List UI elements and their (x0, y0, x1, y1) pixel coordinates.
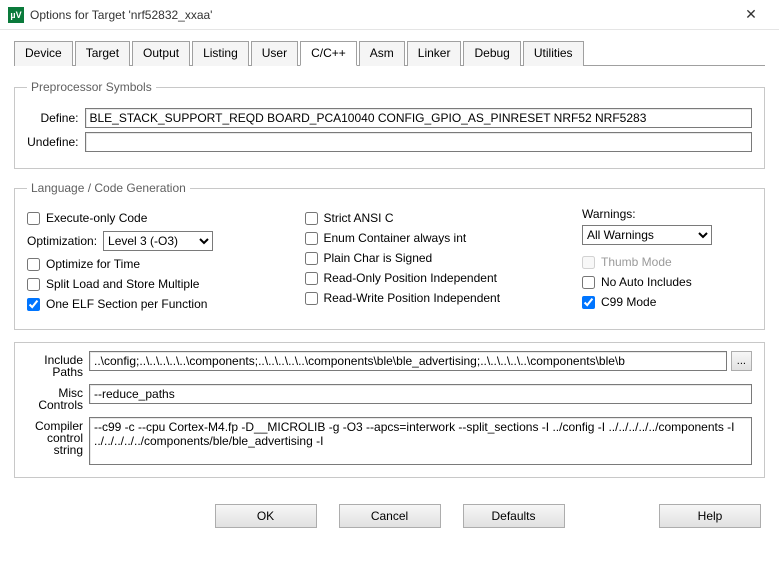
optimization-label: Optimization: (27, 234, 97, 248)
tab-user[interactable]: User (251, 41, 298, 66)
tab-listing[interactable]: Listing (192, 41, 249, 66)
langgen-col-mid: Strict ANSI C Enum Container always int … (305, 205, 559, 317)
c99-mode-checkbox[interactable]: C99 Mode (582, 295, 752, 309)
langgen-group: Language / Code Generation Execute-only … (14, 181, 765, 330)
paths-group: Include Paths ... Misc Controls Compiler… (14, 342, 765, 478)
cancel-button[interactable]: Cancel (339, 504, 441, 528)
optimize-time-checkbox[interactable]: Optimize for Time (27, 257, 281, 271)
split-load-store-checkbox[interactable]: Split Load and Store Multiple (27, 277, 281, 291)
compiler-string-output (89, 417, 752, 465)
tabstrip: DeviceTargetOutputListingUserC/C++AsmLin… (14, 40, 765, 66)
close-icon: ✕ (745, 6, 757, 23)
rw-position-checkbox[interactable]: Read-Write Position Independent (305, 291, 559, 305)
window-title: Options for Target 'nrf52832_xxaa' (30, 8, 731, 22)
include-paths-label: Include Paths (27, 351, 89, 378)
compiler-string-label: Compiler control string (27, 417, 89, 465)
optimization-select[interactable]: Level 3 (-O3) (103, 231, 213, 251)
thumb-mode-checkbox: Thumb Mode (582, 255, 752, 269)
misc-controls-label: Misc Controls (27, 384, 89, 411)
no-auto-includes-checkbox[interactable]: No Auto Includes (582, 275, 752, 289)
include-paths-input[interactable] (89, 351, 727, 371)
strict-ansic-checkbox[interactable]: Strict ANSI C (305, 211, 559, 225)
ro-position-checkbox[interactable]: Read-Only Position Independent (305, 271, 559, 285)
tab-utilities[interactable]: Utilities (523, 41, 584, 66)
warnings-label: Warnings: (582, 207, 752, 221)
help-button[interactable]: Help (659, 504, 761, 528)
tab-output[interactable]: Output (132, 41, 190, 66)
preprocessor-group: Preprocessor Symbols Define: Undefine: (14, 80, 765, 169)
ok-button[interactable]: OK (215, 504, 317, 528)
tab-c-c-[interactable]: C/C++ (300, 41, 357, 66)
langgen-col-left: Execute-only Code Optimization: Level 3 … (27, 205, 281, 317)
titlebar: µV Options for Target 'nrf52832_xxaa' ✕ (0, 0, 779, 30)
langgen-legend: Language / Code Generation (27, 181, 190, 195)
preprocessor-legend: Preprocessor Symbols (27, 80, 156, 94)
tab-debug[interactable]: Debug (463, 41, 520, 66)
execute-only-checkbox[interactable]: Execute-only Code (27, 211, 281, 225)
defaults-button[interactable]: Defaults (463, 504, 565, 528)
dialog-buttons: OK Cancel Defaults Help (0, 490, 779, 538)
warnings-select[interactable]: All Warnings (582, 225, 712, 245)
tab-asm[interactable]: Asm (359, 41, 405, 66)
define-label: Define: (27, 111, 85, 125)
enum-container-checkbox[interactable]: Enum Container always int (305, 231, 559, 245)
undefine-label: Undefine: (27, 135, 85, 149)
plain-char-checkbox[interactable]: Plain Char is Signed (305, 251, 559, 265)
close-button[interactable]: ✕ (731, 1, 771, 29)
define-input[interactable] (85, 108, 753, 128)
tab-device[interactable]: Device (14, 41, 73, 66)
include-paths-browse-button[interactable]: ... (731, 351, 752, 371)
one-elf-section-checkbox[interactable]: One ELF Section per Function (27, 297, 281, 311)
langgen-col-right: Warnings: All Warnings Thumb Mode No Aut… (582, 205, 752, 317)
misc-controls-input[interactable] (89, 384, 752, 404)
app-icon: µV (8, 7, 24, 23)
tab-linker[interactable]: Linker (407, 41, 462, 66)
undefine-input[interactable] (85, 132, 753, 152)
tab-target[interactable]: Target (75, 41, 130, 66)
